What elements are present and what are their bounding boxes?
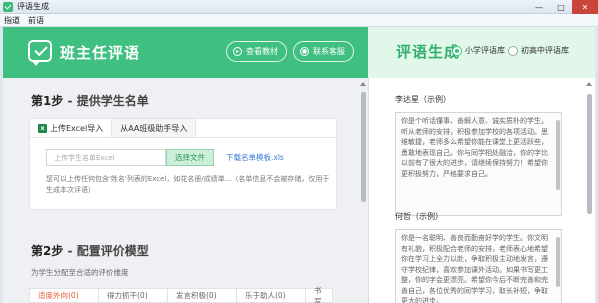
contact-support-label: 联系客服 <box>313 47 345 56</box>
logo-text: 班主任评语 <box>60 44 141 62</box>
step2-title: 第2步 <box>31 244 64 258</box>
menu-bar: 指道 前语 <box>0 14 598 27</box>
tab-aa-import[interactable]: 从AA班级助手导入 <box>112 119 197 137</box>
example-1-scrollbar[interactable] <box>555 115 560 213</box>
step1-heading: 第1步 - 提供学生名单 <box>31 92 149 109</box>
panel-divider <box>368 78 369 303</box>
window-title: 评语生成 <box>17 2 49 11</box>
maximize-button[interactable]: □ <box>550 0 572 14</box>
example-2-scroll-thumb[interactable] <box>555 237 560 287</box>
import-tabs: x 上传Excel导入 从AA班级助手导入 <box>30 119 336 138</box>
criteria-tab-3[interactable]: 发言积极(0) <box>167 288 237 303</box>
chat-icon: ● <box>300 47 309 56</box>
upload-note: 您可以上传任何包含'姓名'列表的Excel，如花名册/成绩单...（名单信息不会… <box>46 175 330 194</box>
example-1-name: 李达星（示例） <box>395 95 451 104</box>
criteria-tab-4[interactable]: 乐于助人(0) <box>236 288 306 303</box>
example-2-name: 何哲（示例） <box>395 212 443 221</box>
radio-checked-icon <box>452 45 462 56</box>
menu-item-1[interactable]: 指道 <box>0 15 24 26</box>
window-controls: — □ ✕ <box>528 0 598 14</box>
steps-area: 第1步 - 提供学生名单 x 上传Excel导入 从AA班级助手导入 上传学生名… <box>3 78 368 303</box>
step1-title: 第1步 <box>31 94 64 108</box>
logo-icon <box>28 40 52 66</box>
step2-description: 为学生分配至合适的评价维度 <box>31 268 129 277</box>
criteria-tabs: 适度外向(0) 得力抓干(0) 发言积极(0) 乐于助人(0) 书写 <box>29 286 333 303</box>
option-secondary-label: 初高中评语库 <box>521 46 569 55</box>
example-1-comment[interactable]: 你是个听话懂事、善解人意、诚实质朴的学生。听从老师的安排，积极参加学校的各项活动… <box>395 112 562 216</box>
upload-file-input[interactable]: 上传学生名单Excel <box>46 149 166 166</box>
view-materials-label: 查看教材 <box>246 47 278 56</box>
generator-header: 评语生成 小学评语库 初高中评语库 <box>368 27 595 78</box>
close-button[interactable]: ✕ <box>572 0 598 14</box>
header-banner: 班主任评语 ▸ 查看教材 ● 联系客服 <box>3 27 368 78</box>
menu-item-2[interactable]: 前语 <box>24 15 48 26</box>
choose-file-button[interactable]: 选择文件 <box>166 149 214 166</box>
example-1-text: 你是个听话懂事、善解人意、诚实质朴的学生。听从老师的安排，积极参加学校的各项活动… <box>401 117 548 178</box>
tab-aa-label: 从AA班级助手导入 <box>120 123 188 133</box>
window-titlebar: 评语生成 — □ ✕ <box>0 0 598 14</box>
example-2-comment[interactable]: 你是一名聪明、善良而勤奋好学的学生。你文明有礼貌，积极配合老师的安排，老师表心地… <box>395 229 562 303</box>
example-1-scroll-thumb[interactable] <box>555 120 560 190</box>
excel-icon: x <box>38 123 47 133</box>
download-template-link[interactable]: 下载名单模板.xls <box>226 152 284 163</box>
student-list-card: x 上传Excel导入 从AA班级助手导入 上传学生名单Excel 选择文件 下… <box>29 118 337 210</box>
right-scroll-up-arrow-icon[interactable] <box>586 82 592 86</box>
right-scroll-thumb[interactable] <box>586 94 592 214</box>
tab-excel-label: 上传Excel导入 <box>50 123 104 133</box>
option-primary-library[interactable]: 小学评语库 <box>452 45 505 56</box>
criteria-tab-2[interactable]: 得力抓干(0) <box>98 288 168 303</box>
example-2-text: 你是一名聪明、善良而勤奋好学的学生。你文明有礼貌，积极配合老师的安排，老师表心地… <box>401 234 548 303</box>
tab-excel-import[interactable]: x 上传Excel导入 <box>30 119 113 137</box>
app-header: 班主任评语 ▸ 查看教材 ● 联系客服 评语生成 小学评语库 初高中评语库 <box>3 27 595 78</box>
option-secondary-library[interactable]: 初高中评语库 <box>508 45 569 56</box>
contact-support-button[interactable]: ● 联系客服 <box>293 41 354 62</box>
upload-row: 上传学生名单Excel 选择文件 下载名单模板.xls <box>46 149 284 166</box>
minimize-button[interactable]: — <box>528 0 550 14</box>
example-2-scrollbar[interactable] <box>555 232 560 303</box>
panel-title: 评语生成 <box>396 43 461 61</box>
criteria-tab-1[interactable]: 适度外向(0) <box>29 288 99 303</box>
app-icon <box>3 1 13 12</box>
step1-subtitle: - 提供学生名单 <box>67 94 149 108</box>
left-scrollbar[interactable] <box>360 82 366 299</box>
scroll-up-arrow-icon[interactable] <box>360 82 366 86</box>
criteria-tab-5[interactable]: 书写 <box>305 286 333 303</box>
examples-panel: 李达星（示例） 你是个听话懂事、善解人意、诚实质朴的学生。听从老师的安排，积极参… <box>368 78 595 303</box>
step2-heading: 第2步 - 配置评价模型 <box>31 242 149 259</box>
radio-unchecked-icon <box>508 45 518 56</box>
left-scroll-thumb[interactable] <box>360 92 366 202</box>
book-icon: ▸ <box>233 47 242 56</box>
right-scrollbar[interactable] <box>586 82 592 299</box>
view-materials-button[interactable]: ▸ 查看教材 <box>226 41 287 62</box>
option-primary-label: 小学评语库 <box>465 46 505 55</box>
step2-subtitle: - 配置评价模型 <box>67 244 149 258</box>
